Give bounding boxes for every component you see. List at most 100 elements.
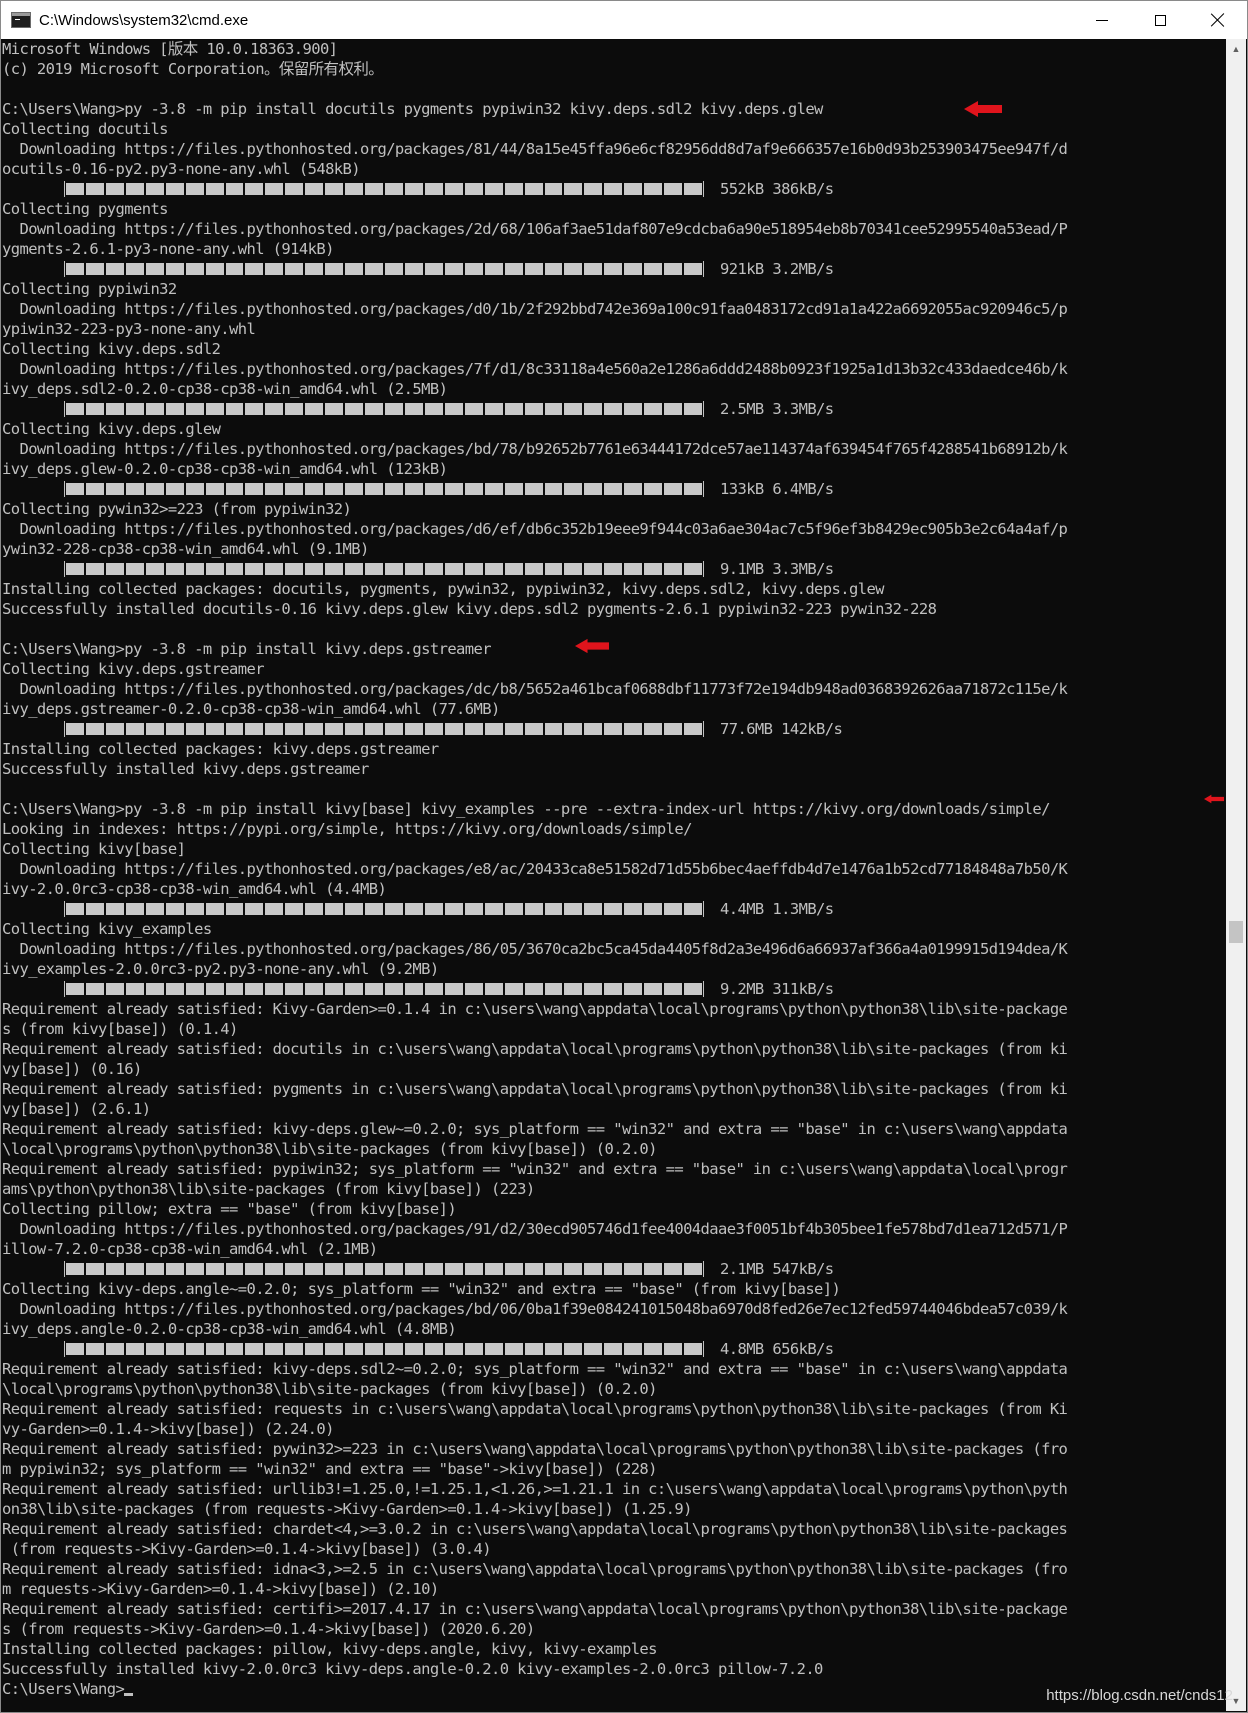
progress-bar xyxy=(64,981,704,997)
progress-line: 2.1MB 547kB/s xyxy=(2,1259,1226,1279)
progress-stats: 9.2MB 311kB/s xyxy=(720,980,834,998)
console-line: Downloading https://files.pythonhosted.o… xyxy=(2,680,1068,698)
console-line: ocutils-0.16-py2.py3-none-any.whl (548kB… xyxy=(2,160,361,178)
cmd-window: C:\Windows\system32\cmd.exe Microsoft Wi… xyxy=(0,0,1248,1713)
console-window-icon[interactable] xyxy=(11,12,31,28)
progress-line: 921kB 3.2MB/s xyxy=(2,259,1226,279)
console-line: Collecting kivy-deps.angle~=0.2.0; sys_p… xyxy=(2,1280,841,1298)
console-line: ivy-2.0.0rc3-cp38-cp38-win_amd64.whl (4.… xyxy=(2,880,387,898)
progress-line: 9.2MB 311kB/s xyxy=(2,979,1226,999)
minimize-button[interactable] xyxy=(1073,1,1131,39)
console-line: C:\Users\Wang> xyxy=(2,1679,1226,1699)
console-line: Requirement already satisfied: idna<3,>=… xyxy=(2,1560,1068,1578)
progress-bar xyxy=(64,401,704,417)
console-line: (c) 2019 Microsoft Corporation。保留所有权利。 xyxy=(2,60,384,78)
console-line: Requirement already satisfied: pygments … xyxy=(2,1080,1068,1098)
window-controls xyxy=(1073,1,1247,39)
console-line: illow-7.2.0-cp38-cp38-win_amd64.whl (2.1… xyxy=(2,1240,378,1258)
console-line: Installing collected packages: kivy.deps… xyxy=(2,740,439,758)
console-line: Requirement already satisfied: chardet<4… xyxy=(2,1520,1068,1538)
console-line: Requirement already satisfied: Kivy-Gard… xyxy=(2,1000,1068,1018)
red-left-arrow-icon xyxy=(1204,794,1224,804)
progress-bar xyxy=(64,1261,704,1277)
console-line: Collecting pypiwin32 xyxy=(2,280,177,298)
console-line: Microsoft Windows [版本 10.0.18363.900] xyxy=(2,40,338,58)
console-line: s (from kivy[base]) (0.1.4) xyxy=(2,1020,238,1038)
console-output[interactable]: Microsoft Windows [版本 10.0.18363.900] (c)… xyxy=(2,39,1226,1711)
console-line: ywin32-228-cp38-cp38-win_amd64.whl (9.1M… xyxy=(2,540,369,558)
console-line: ivy_deps.angle-0.2.0-cp38-cp38-win_amd64… xyxy=(2,1320,457,1338)
minimize-icon xyxy=(1096,19,1108,21)
console-line: Successfully installed kivy-2.0.0rc3 kiv… xyxy=(2,1660,823,1678)
progress-stats: 2.1MB 547kB/s xyxy=(720,1260,834,1278)
console-line: Downloading https://files.pythonhosted.o… xyxy=(2,300,1068,318)
progress-line: 552kB 386kB/s xyxy=(2,179,1226,199)
progress-stats: 2.5MB 3.3MB/s xyxy=(720,400,834,418)
console-line: vy[base]) (2.6.1) xyxy=(2,1100,151,1118)
console-line: Collecting kivy.deps.sdl2 xyxy=(2,340,221,358)
console-line: C:\Users\Wang>py -3.8 -m pip install kiv… xyxy=(2,800,1050,818)
console-line: Looking in indexes: https://pypi.org/sim… xyxy=(2,820,692,838)
console-line: Collecting pillow; extra == "base" (from… xyxy=(2,1200,457,1218)
progress-bar xyxy=(64,261,704,277)
console-line: Downloading https://files.pythonhosted.o… xyxy=(2,1300,1068,1318)
red-left-arrow-icon xyxy=(964,101,1002,117)
console-line: Downloading https://files.pythonhosted.o… xyxy=(2,360,1068,378)
progress-stats: 133kB 6.4MB/s xyxy=(720,480,834,498)
progress-line: 9.1MB 3.3MB/s xyxy=(2,559,1226,579)
console-line: Installing collected packages: docutils,… xyxy=(2,580,885,598)
console-line: Collecting kivy_examples xyxy=(2,920,212,938)
vertical-scrollbar[interactable]: ▲ ▼ xyxy=(1226,39,1246,1711)
close-button[interactable] xyxy=(1189,1,1247,39)
console-line: m requests->Kivy-Garden>=0.1.4->kivy[bas… xyxy=(2,1580,439,1598)
progress-bar xyxy=(64,901,704,917)
console-line: Requirement already satisfied: kivy-deps… xyxy=(2,1120,1068,1138)
progress-line: 4.4MB 1.3MB/s xyxy=(2,899,1226,919)
console-line: Requirement already satisfied: urllib3!=… xyxy=(2,1480,1068,1498)
console-line: ypiwin32-223-py3-none-any.whl xyxy=(2,320,256,338)
progress-stats: 4.8MB 656kB/s xyxy=(720,1340,834,1358)
console-line: Requirement already satisfied: pypiwin32… xyxy=(2,1160,1068,1178)
progress-line: 2.5MB 3.3MB/s xyxy=(2,399,1226,419)
console-line: ivy_deps.glew-0.2.0-cp38-cp38-win_amd64.… xyxy=(2,460,448,478)
console-line: ivy_deps.gstreamer-0.2.0-cp38-cp38-win_a… xyxy=(2,700,500,718)
title-bar[interactable]: C:\Windows\system32\cmd.exe xyxy=(1,1,1247,39)
maximize-button[interactable] xyxy=(1131,1,1189,39)
progress-bar xyxy=(64,561,704,577)
progress-line: 4.8MB 656kB/s xyxy=(2,1339,1226,1359)
maximize-icon xyxy=(1154,14,1166,26)
scrollbar-thumb[interactable] xyxy=(1229,921,1243,943)
progress-bar xyxy=(64,481,704,497)
console-line: Collecting kivy.deps.glew xyxy=(2,420,221,438)
scroll-up-icon[interactable]: ▲ xyxy=(1226,39,1246,59)
progress-stats: 552kB 386kB/s xyxy=(720,180,834,198)
progress-stats: 4.4MB 1.3MB/s xyxy=(720,900,834,918)
console-line: Downloading https://files.pythonhosted.o… xyxy=(2,1220,1068,1238)
progress-stats: 9.1MB 3.3MB/s xyxy=(720,560,834,578)
terminal-text: Microsoft Windows [版本 10.0.18363.900] (c)… xyxy=(2,39,1226,1699)
console-line: Requirement already satisfied: requests … xyxy=(2,1400,1068,1418)
console-line: \local\programs\python\python38\lib\site… xyxy=(2,1140,657,1158)
progress-line: 133kB 6.4MB/s xyxy=(2,479,1226,499)
console-line: Successfully installed kivy.deps.gstream… xyxy=(2,760,369,778)
window-title: C:\Windows\system32\cmd.exe xyxy=(39,11,249,29)
console-line: ams\python\python38\lib\site-packages (f… xyxy=(2,1180,535,1198)
progress-bar xyxy=(64,181,704,197)
progress-line: 77.6MB 142kB/s xyxy=(2,719,1226,739)
progress-stats: 921kB 3.2MB/s xyxy=(720,260,834,278)
console-line: Downloading https://files.pythonhosted.o… xyxy=(2,440,1068,458)
console-line: Downloading https://files.pythonhosted.o… xyxy=(2,140,1068,158)
red-left-arrow-icon xyxy=(575,638,609,654)
console-line: vy[base]) (0.16) xyxy=(2,1060,142,1078)
console-line: Installing collected packages: pillow, k… xyxy=(2,1640,657,1658)
console-line: Downloading https://files.pythonhosted.o… xyxy=(2,520,1068,538)
console-line: Collecting kivy[base] xyxy=(2,840,186,858)
console-line: vy-Garden>=0.1.4->kivy[base]) (2.24.0) xyxy=(2,1420,334,1438)
console-line: ivy_deps.sdl2-0.2.0-cp38-cp38-win_amd64.… xyxy=(2,380,448,398)
text-cursor xyxy=(124,1693,134,1696)
console-line: \local\programs\python\python38\lib\site… xyxy=(2,1380,657,1398)
close-icon xyxy=(1211,13,1225,27)
watermark: https://blog.csdn.net/cnds12 xyxy=(1046,1687,1233,1704)
